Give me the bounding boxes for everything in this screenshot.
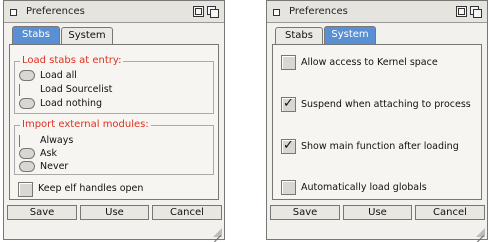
always-label: Always (40, 135, 74, 146)
load-stabs-group-label: Load stabs at entry: (20, 55, 124, 66)
window-title: Preferences (289, 6, 348, 17)
load-all-radio[interactable] (19, 70, 35, 81)
system-panel: Allow access to Kernel space Suspend whe… (272, 44, 482, 200)
load-globals-label: Automatically load globals (301, 182, 427, 193)
close-icon[interactable] (273, 9, 280, 16)
suspend-checkbox[interactable] (281, 96, 296, 112)
always-radio[interactable] (19, 135, 22, 147)
title-bar[interactable]: Preferences (4, 1, 224, 23)
import-modules-group-label: Import external modules: (20, 119, 151, 130)
title-bar[interactable]: Preferences (267, 1, 487, 23)
cancel-button[interactable]: Cancel (415, 205, 485, 220)
suspend-label: Suspend when attaching to process (301, 99, 471, 110)
load-nothing-radio[interactable] (19, 98, 35, 109)
kernel-access-checkbox[interactable] (281, 55, 296, 70)
preferences-window-system: Preferences Stabs System Allow access to… (266, 0, 488, 240)
kernel-access-label: Allow access to Kernel space (301, 57, 438, 68)
load-globals-checkbox[interactable] (281, 180, 296, 195)
show-main-label: Show main function after loading (301, 141, 459, 152)
tab-stabs[interactable]: Stabs (12, 26, 60, 45)
ask-radio[interactable] (19, 148, 35, 159)
keep-elf-checkbox[interactable] (18, 182, 33, 197)
never-radio[interactable] (19, 161, 35, 172)
never-label: Never (40, 161, 69, 172)
tab-stabs[interactable]: Stabs (275, 27, 323, 44)
cancel-button[interactable]: Cancel (152, 205, 222, 220)
keep-elf-label: Keep elf handles open (38, 183, 144, 194)
zoom-icon[interactable] (456, 6, 467, 17)
tab-system[interactable]: System (324, 26, 376, 45)
depth-icon[interactable] (207, 6, 219, 18)
load-all-label: Load all (40, 70, 77, 81)
use-button[interactable]: Use (80, 205, 149, 220)
close-icon[interactable] (10, 9, 17, 16)
stabs-panel: Load stabs at entry: Load all Load Sourc… (9, 44, 219, 200)
ask-label: Ask (40, 148, 57, 159)
use-button[interactable]: Use (343, 205, 412, 220)
load-sourcelist-radio[interactable] (19, 84, 22, 96)
preferences-window-stabs: Preferences Stabs System Load stabs at e… (3, 0, 225, 240)
load-sourcelist-label: Load Sourcelist (40, 84, 113, 95)
window-title: Preferences (26, 6, 85, 17)
save-button[interactable]: Save (7, 205, 77, 220)
show-main-checkbox[interactable] (281, 138, 296, 154)
load-nothing-label: Load nothing (40, 98, 103, 109)
tab-system[interactable]: System (61, 27, 113, 44)
depth-icon[interactable] (470, 6, 482, 18)
resize-grip-icon[interactable] (475, 227, 486, 238)
save-button[interactable]: Save (270, 205, 340, 220)
resize-grip-icon[interactable] (212, 227, 223, 238)
import-modules-group: Import external modules: Always Ask Neve… (14, 119, 214, 175)
zoom-icon[interactable] (193, 6, 204, 17)
load-stabs-group: Load stabs at entry: Load all Load Sourc… (14, 55, 214, 114)
